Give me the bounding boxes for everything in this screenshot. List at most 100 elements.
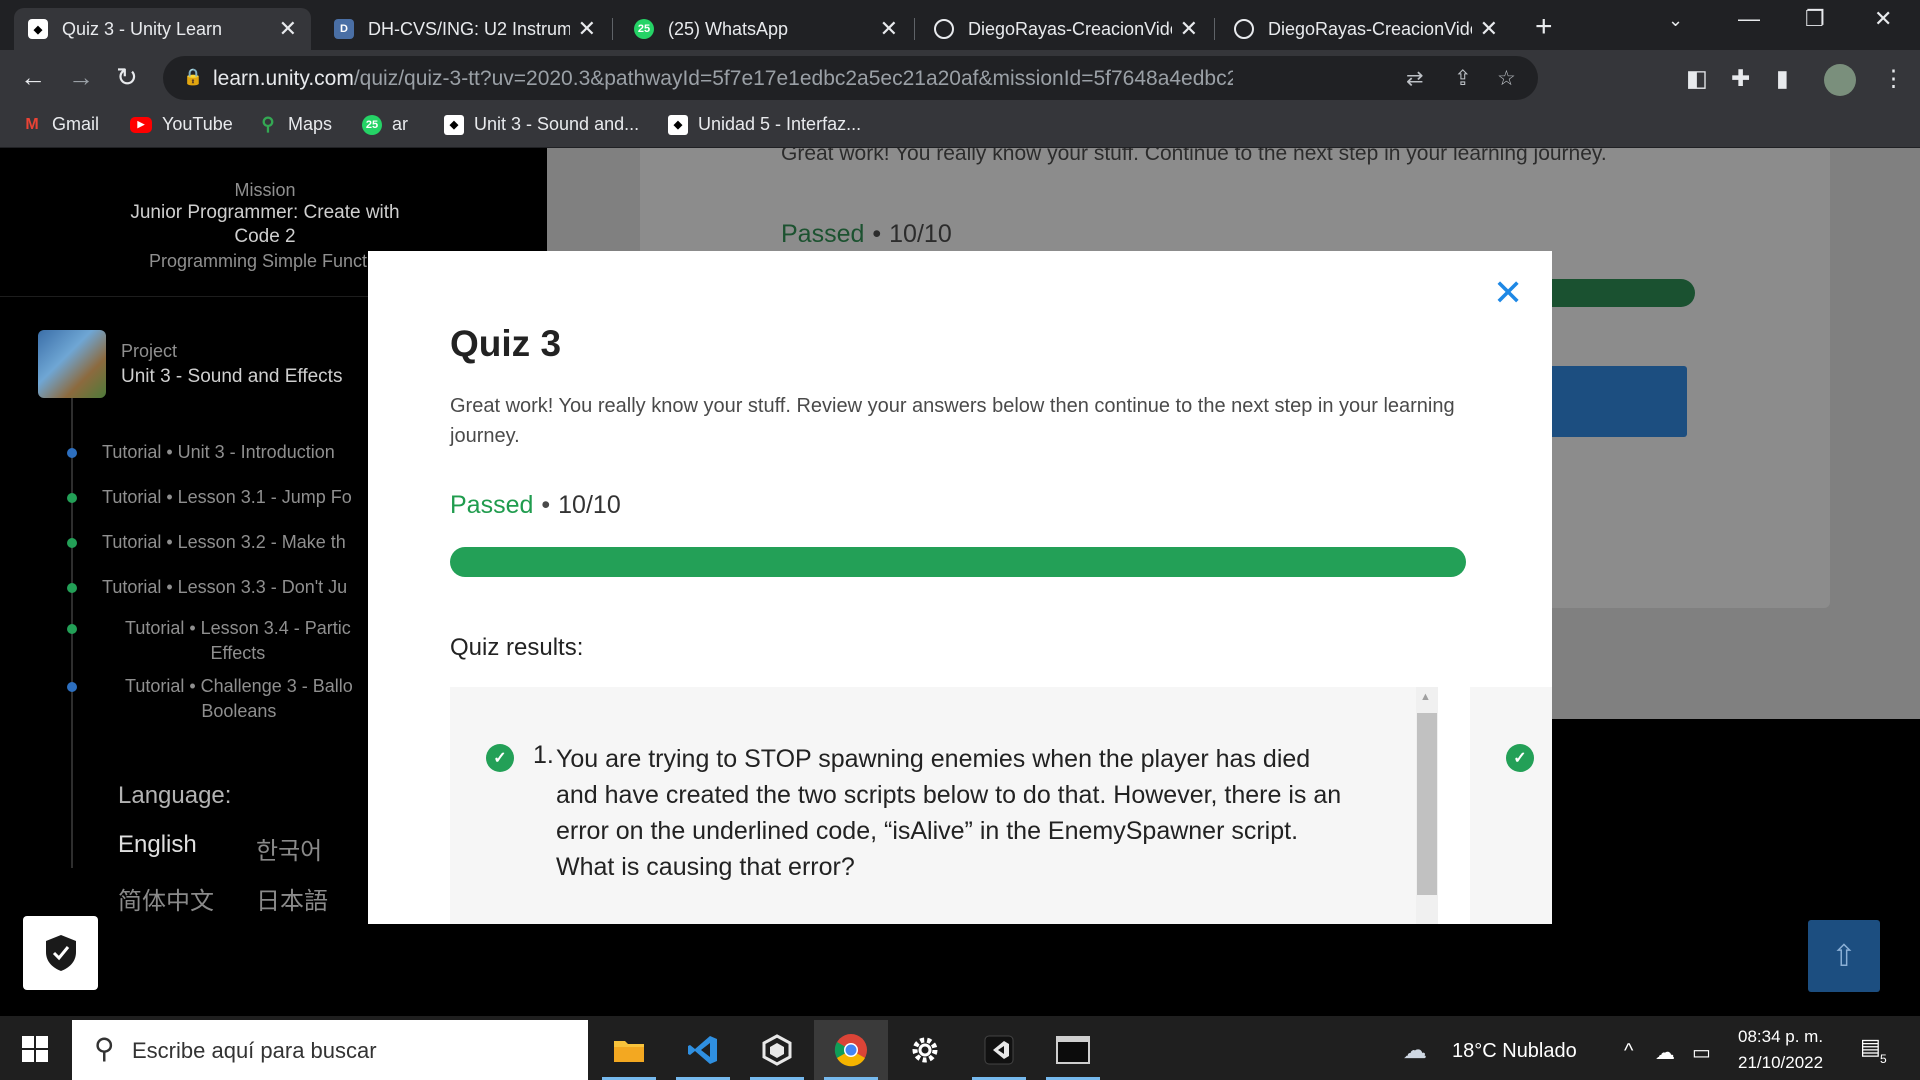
tab-separator <box>914 18 915 40</box>
question-text: You are trying to STOP spawning enemies … <box>556 745 1342 881</box>
extension-shield-icon[interactable]: ◧ <box>1686 65 1708 92</box>
url-text[interactable]: learn.unity.com/quiz/quiz-3-tt?uv=2020.3… <box>213 67 1233 91</box>
scrollbar-thumb[interactable] <box>1417 713 1437 895</box>
bookmark-unit3[interactable]: ◆ Unit 3 - Sound and... <box>444 114 639 135</box>
tab-whatsapp[interactable]: 25 (25) WhatsApp ✕ <box>620 8 912 50</box>
minimize-icon[interactable]: — <box>1738 6 1760 32</box>
close-icon[interactable]: ✕ <box>578 16 596 42</box>
bookmark-ar[interactable]: 25 ar <box>362 114 408 135</box>
menu-dots-icon[interactable]: ⋮ <box>1882 65 1905 92</box>
bookmark-star-icon[interactable]: ☆ <box>1497 66 1516 91</box>
quiz-results-heading: Quiz results: <box>450 634 584 661</box>
notifications-icon[interactable]: ▤ <box>1860 1034 1881 1060</box>
windows-start-icon[interactable] <box>22 1036 48 1062</box>
restore-icon[interactable]: ❐ <box>1805 6 1825 32</box>
close-icon[interactable]: ✕ <box>1180 16 1198 42</box>
terminal-icon[interactable] <box>1036 1020 1110 1080</box>
onedrive-cloud-icon[interactable]: ☁ <box>1655 1040 1675 1065</box>
address-bar[interactable]: 🔒 learn.unity.com/quiz/quiz-3-tt?uv=2020… <box>163 56 1538 100</box>
project-title[interactable]: Unit 3 - Sound and Effects <box>121 366 342 388</box>
window-close-icon[interactable]: ✕ <box>1874 6 1892 32</box>
lock-icon[interactable]: 🔒 <box>183 67 203 87</box>
tab-title: DH-CVS/ING: U2 Instrume <box>368 18 570 39</box>
whatsapp-icon: 25 <box>634 19 654 39</box>
share-icon[interactable]: ⇪ <box>1454 66 1472 91</box>
back-icon[interactable]: ← <box>20 62 46 93</box>
tutorial-item[interactable]: Tutorial • Lesson 3.1 - Jump Fo <box>102 485 352 510</box>
bookmark-unidad5[interactable]: ◆ Unidad 5 - Interfaz... <box>668 114 861 135</box>
weather-text[interactable]: 18°C Nublado <box>1452 1040 1577 1063</box>
correct-check-icon: ✓ <box>1506 744 1534 772</box>
forward-icon[interactable]: → <box>68 62 94 93</box>
unity-icon: ◆ <box>28 19 48 39</box>
close-icon[interactable]: ✕ <box>1493 275 1523 311</box>
language-chinese[interactable]: 简体中文 <box>118 881 214 916</box>
tutorial-item[interactable]: Tutorial • Challenge 3 - Ballo Booleans <box>125 674 353 724</box>
tutorial-dot <box>67 624 77 634</box>
bookmark-label: YouTube <box>162 114 233 134</box>
dh-icon: D <box>334 19 354 39</box>
bookmark-label: ar <box>392 114 409 134</box>
show-hidden-icons-chevron-icon[interactable]: ^ <box>1624 1040 1633 1063</box>
bookmark-maps[interactable]: ⚲ Maps <box>258 114 332 135</box>
search-icon: ⚲ <box>94 1033 115 1064</box>
vscode-icon[interactable] <box>666 1020 740 1080</box>
background-message: Great work! You really know your stuff. … <box>781 148 1607 165</box>
maps-icon: ⚲ <box>261 114 275 134</box>
bookmarks-bar: M Gmail ▶ YouTube ⚲ Maps 25 ar ◆ Unit 3 … <box>0 106 1920 148</box>
profile-avatar[interactable] <box>1824 64 1856 96</box>
translate-icon[interactable]: ⇄ <box>1406 66 1424 91</box>
quiz-results-modal: ✕ Quiz 3 Great work! You really know you… <box>368 251 1552 924</box>
language-english[interactable]: English <box>118 831 197 859</box>
bookmark-youtube[interactable]: ▶ YouTube <box>130 114 233 135</box>
scroll-up-arrow-icon[interactable]: ▲ <box>1420 691 1431 703</box>
tutorial-dot <box>67 493 77 503</box>
tab-quiz3[interactable]: ◆ Quiz 3 - Unity Learn ✕ <box>14 8 311 50</box>
scroll-to-top-button[interactable]: ⇧ <box>1808 920 1880 992</box>
modal-message: Great work! You really know your stuff. … <box>450 395 1455 447</box>
side-panel-icon[interactable]: ▮ <box>1776 65 1789 92</box>
tutorial-item[interactable]: Tutorial • Lesson 3.2 - Make th <box>102 530 346 555</box>
mission-title-line1[interactable]: Junior Programmer: Create with <box>0 201 530 225</box>
mission-title-line2[interactable]: Code 2 <box>0 225 530 249</box>
github-icon <box>1234 19 1254 39</box>
visual-studio-icon[interactable] <box>962 1020 1036 1080</box>
privacy-shield-button[interactable] <box>23 916 98 990</box>
bookmark-gmail[interactable]: M Gmail <box>22 114 99 135</box>
page-content: Great work! You really know your stuff. … <box>0 148 1920 1016</box>
system-clock[interactable]: 08:34 p. m. 21/10/2022 <box>1738 1024 1823 1076</box>
new-tab-icon[interactable]: + <box>1535 10 1553 44</box>
score-progress-bar <box>450 547 1466 577</box>
tutorial-dot <box>67 538 77 548</box>
close-icon[interactable]: ✕ <box>279 16 297 42</box>
next-question-card[interactable]: ✓ <box>1470 687 1552 924</box>
language-japanese[interactable]: 日本語 <box>256 881 328 916</box>
background-score: Passed • 10/10 <box>781 220 952 248</box>
tutorial-item[interactable]: Tutorial • Lesson 3.4 - Partic Effects <box>125 616 351 666</box>
unity-hub-icon[interactable] <box>740 1020 814 1080</box>
tutorial-item[interactable]: Tutorial • Lesson 3.3 - Don't Ju <box>102 575 347 600</box>
chrome-icon[interactable] <box>814 1020 888 1080</box>
tab-search-icon[interactable]: ⌄ <box>1668 10 1683 31</box>
question-card[interactable]: ✓ 1. You are trying to STOP spawning ene… <box>450 687 1438 924</box>
tab-github-1[interactable]: DiegoRayas-CreacionVide ✕ <box>920 8 1212 50</box>
file-explorer-icon[interactable] <box>592 1020 666 1080</box>
tutorial-item[interactable]: Tutorial • Unit 3 - Introduction <box>102 440 335 465</box>
language-korean[interactable]: 한국어 <box>256 831 322 866</box>
project-thumbnail[interactable] <box>38 330 106 398</box>
battery-icon[interactable]: ▭ <box>1692 1040 1711 1065</box>
windows-taskbar: ⚲ Escribe aquí para buscar ☁ 18°C Nublad… <box>0 1016 1920 1080</box>
tab-github-2[interactable]: DiegoRayas-CreacionVide ✕ <box>1220 8 1512 50</box>
reload-icon[interactable]: ↻ <box>116 62 138 93</box>
taskbar-search[interactable]: ⚲ Escribe aquí para buscar <box>72 1020 588 1080</box>
quiz-score: Passed • 10/10 <box>450 491 621 519</box>
gmail-icon: M <box>25 115 39 133</box>
weather-cloud-icon[interactable]: ☁ <box>1403 1036 1427 1065</box>
extensions-puzzle-icon[interactable]: ✚ <box>1731 65 1750 92</box>
unity-icon: ◆ <box>668 114 688 135</box>
bookmark-label: Gmail <box>52 114 100 134</box>
close-icon[interactable]: ✕ <box>1480 16 1498 42</box>
tab-dh-cvs[interactable]: D DH-CVS/ING: U2 Instrume ✕ <box>320 8 610 50</box>
settings-icon[interactable] <box>888 1020 962 1080</box>
close-icon[interactable]: ✕ <box>880 16 898 42</box>
